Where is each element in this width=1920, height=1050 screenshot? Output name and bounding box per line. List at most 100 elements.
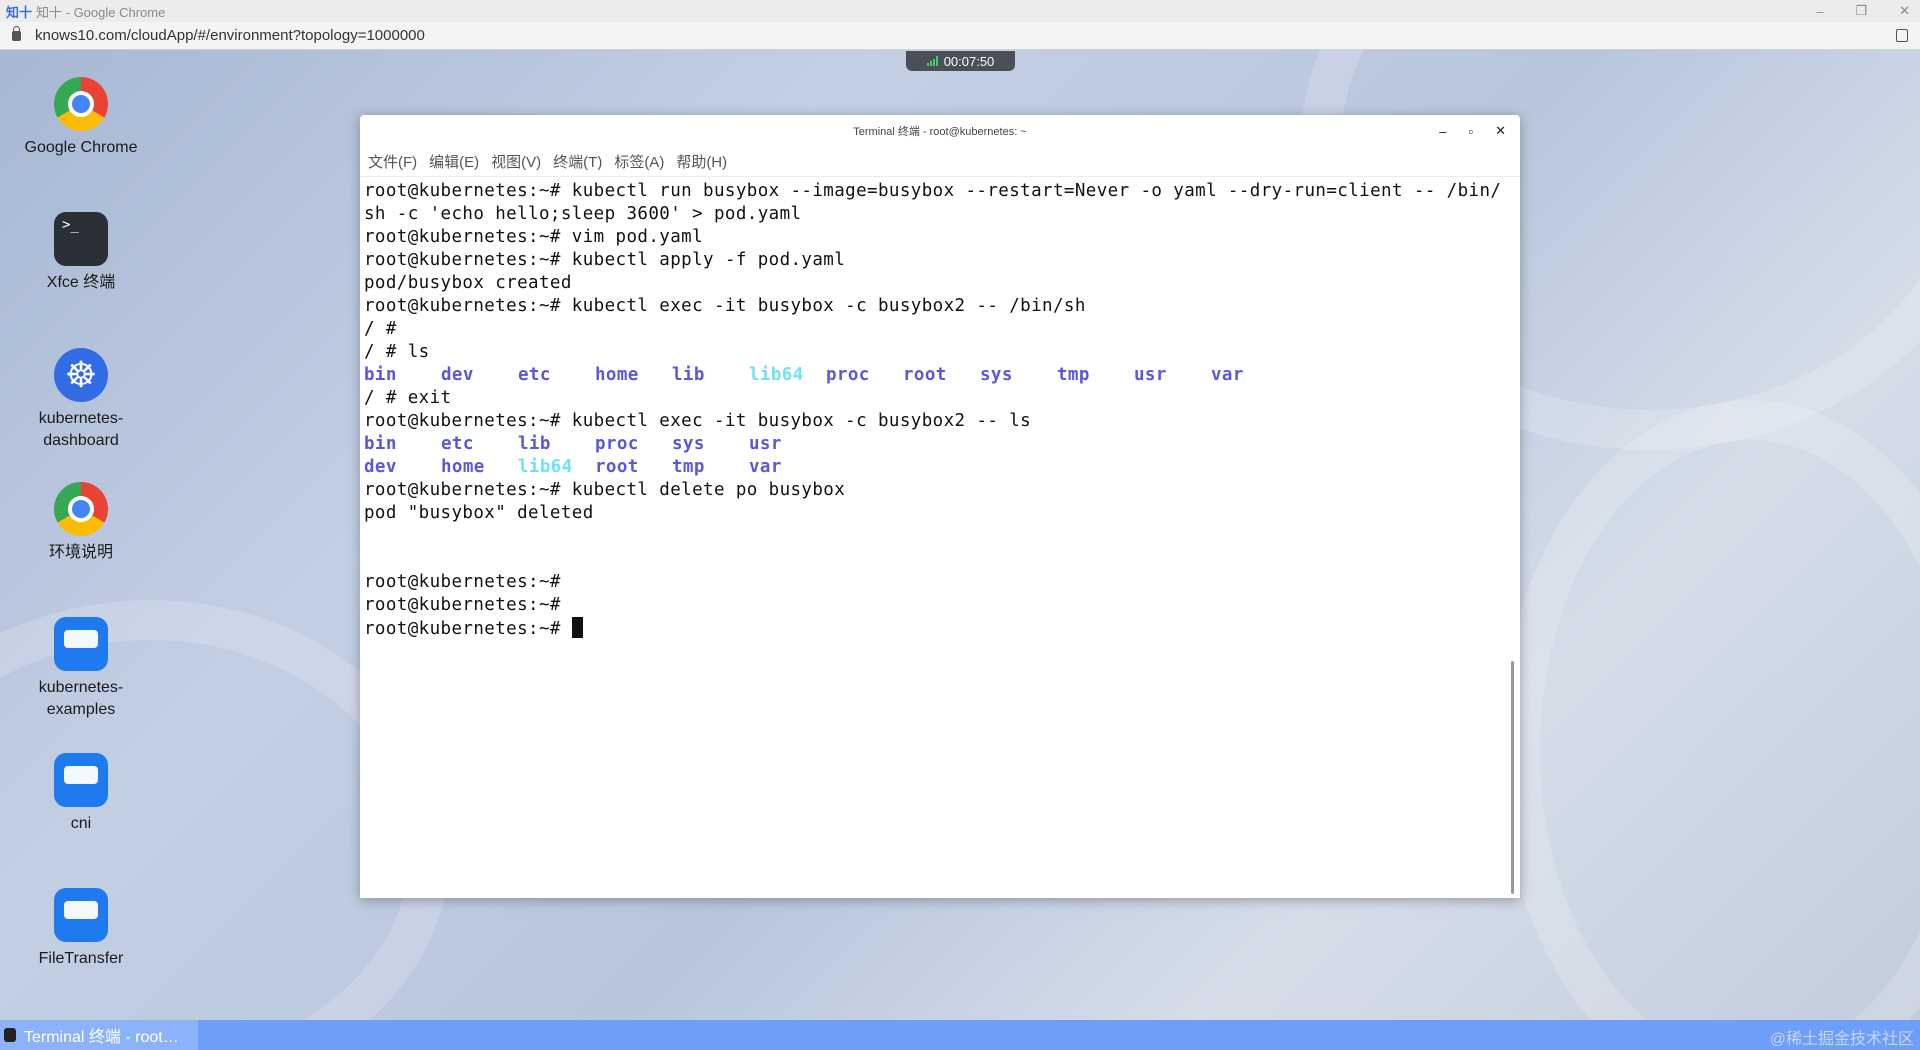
url-text[interactable]: knows10.com/cloudApp/#/environment?topol… [35, 27, 425, 44]
desktop-icon-env-info[interactable]: 环境说明 [11, 482, 151, 564]
ls-entry: sys [672, 434, 705, 454]
desktop-icon-terminal[interactable]: >_ Xfce 终端 [11, 212, 151, 294]
session-timer: 00:07:50 [906, 51, 1015, 71]
terminal-icon: >_ [54, 212, 108, 266]
menu-view[interactable]: 视图(V) [491, 151, 541, 172]
desktop-icon-chrome[interactable]: Google Chrome [11, 77, 151, 159]
terminal-line: / # exit [364, 388, 452, 408]
icon-label: kubernetes-dashboard [38, 410, 124, 449]
kubernetes-icon: ☸ [54, 348, 108, 402]
ls-entry: bin [364, 365, 397, 385]
menu-tabs[interactable]: 标签(A) [614, 151, 664, 172]
terminal-line: sh -c 'echo hello;sleep 3600' > pod.yaml [364, 204, 802, 224]
terminal-line: / # ls [364, 342, 430, 362]
desktop-icon-filetransfer[interactable]: FileTransfer [11, 888, 151, 970]
folder-icon [54, 617, 108, 671]
ls-entry: tmp [672, 457, 705, 477]
terminal-minimize-button[interactable]: – [1439, 124, 1446, 139]
terminal-line: root@kubernetes:~# kubectl delete po bus… [364, 480, 846, 500]
icon-label: Xfce 终端 [46, 274, 116, 291]
terminal-line: root@kubernetes:~# kubectl apply -f pod.… [364, 250, 846, 270]
taskbar-item-label: Terminal 终端 - root… [24, 1029, 179, 1046]
terminal-window[interactable]: Terminal 终端 - root@kubernetes: ~ – ▫ ✕ 文… [360, 115, 1520, 898]
ls-entry: proc [826, 365, 870, 385]
ls-output-row: bin etc lib proc sys usr [364, 433, 1520, 456]
terminal-scrollbar[interactable] [1511, 661, 1514, 894]
ls-entry: etc [441, 434, 474, 454]
icon-label: Google Chrome [24, 139, 138, 156]
taskbar: Terminal 终端 - root… @稀土掘金技术社区 [0, 1020, 1920, 1050]
taskbar-item-terminal[interactable]: Terminal 终端 - root… [0, 1020, 198, 1050]
icon-label: kubernetes-examples [38, 679, 124, 718]
ls-entry: bin [364, 434, 397, 454]
ls-output-row: bin dev etc home lib lib64 proc root sys tmp usr va… [364, 364, 1520, 387]
minimize-button[interactable]: – [1816, 4, 1823, 19]
terminal-line: root@kubernetes:~# vim pod.yaml [364, 227, 704, 247]
ls-entry: lib64 [749, 365, 804, 385]
desktop-icon-cni[interactable]: cni [11, 753, 151, 835]
ls-entry: root [595, 457, 639, 477]
close-button[interactable]: ✕ [1899, 3, 1910, 19]
ls-entry: lib64 [518, 457, 573, 477]
ls-entry: root [903, 365, 947, 385]
folder-icon [54, 888, 108, 942]
menu-file[interactable]: 文件(F) [368, 151, 417, 172]
ls-entry: etc [518, 365, 551, 385]
watermark: @稀土掘金技术社区 [1769, 1031, 1914, 1048]
terminal-line: root@kubernetes:~# kubectl exec -it busy… [364, 296, 1086, 316]
terminal-output[interactable]: root@kubernetes:~# kubectl run busybox -… [360, 177, 1520, 640]
ls-entry: usr [749, 434, 782, 454]
desktop-icon-kubernetes-dashboard[interactable]: ☸ kubernetes-dashboard [11, 348, 151, 452]
terminal-line: / # [364, 319, 408, 339]
ls-entry: lib [518, 434, 551, 454]
terminal-maximize-button[interactable]: ▫ [1468, 124, 1473, 139]
ls-entry: lib [672, 365, 705, 385]
ls-entry: sys [980, 365, 1013, 385]
ls-entry: dev [364, 457, 397, 477]
ls-entry: proc [595, 434, 639, 454]
restore-button[interactable]: ❐ [1855, 3, 1867, 19]
ls-entry: dev [441, 365, 474, 385]
signal-icon [926, 56, 938, 66]
extension-icon[interactable] [1896, 29, 1908, 42]
terminal-icon [4, 1028, 16, 1042]
terminal-prompt-line: root@kubernetes:~# [364, 617, 1520, 640]
terminal-menu-bar: 文件(F) 编辑(E) 视图(V) 终端(T) 标签(A) 帮助(H) [360, 147, 1520, 177]
menu-terminal[interactable]: 终端(T) [553, 151, 602, 172]
terminal-line: root@kubernetes:~# [364, 572, 561, 592]
icon-label: 环境说明 [48, 544, 113, 561]
ls-entry: var [749, 457, 782, 477]
terminal-line: root@kubernetes:~# kubectl run busybox -… [364, 181, 1502, 201]
browser-title-bar: 知十 知十 - Google Chrome – ❐ ✕ [0, 0, 1920, 22]
icon-label: cni [70, 815, 92, 832]
menu-help[interactable]: 帮助(H) [676, 151, 727, 172]
desktop-icon-kubernetes-examples[interactable]: kubernetes-examples [11, 617, 151, 721]
site-logo: 知十 [6, 4, 33, 20]
icon-label: FileTransfer [38, 950, 124, 967]
desktop: 00:07:50 Google Chrome >_ Xfce 终端 ☸ kubern… [0, 50, 1920, 1020]
terminal-title-bar[interactable]: Terminal 终端 - root@kubernetes: ~ – ▫ ✕ [360, 115, 1520, 147]
folder-icon [54, 753, 108, 807]
chrome-icon [54, 482, 108, 536]
lock-icon [12, 25, 21, 41]
ls-entry: var [1211, 365, 1244, 385]
terminal-title: Terminal 终端 - root@kubernetes: ~ [853, 126, 1027, 138]
address-bar[interactable]: knows10.com/cloudApp/#/environment?topol… [0, 22, 1920, 50]
ls-output-row: dev home lib64 root tmp var [364, 456, 1520, 479]
prompt: root@kubernetes:~# [364, 619, 572, 639]
terminal-line: root@kubernetes:~# [364, 595, 561, 615]
browser-title: 知十 - Google Chrome [36, 4, 166, 20]
menu-edit[interactable]: 编辑(E) [429, 151, 479, 172]
timer-text: 00:07:50 [943, 53, 995, 69]
ls-entry: home [441, 457, 485, 477]
terminal-line: root@kubernetes:~# kubectl exec -it busy… [364, 411, 1032, 431]
terminal-line: pod "busybox" deleted [364, 503, 594, 523]
text-cursor [571, 617, 583, 638]
terminal-close-button[interactable]: ✕ [1495, 123, 1506, 139]
ls-entry: usr [1134, 365, 1167, 385]
ls-entry: tmp [1057, 365, 1090, 385]
chrome-icon [54, 77, 108, 131]
ls-entry: home [595, 365, 639, 385]
